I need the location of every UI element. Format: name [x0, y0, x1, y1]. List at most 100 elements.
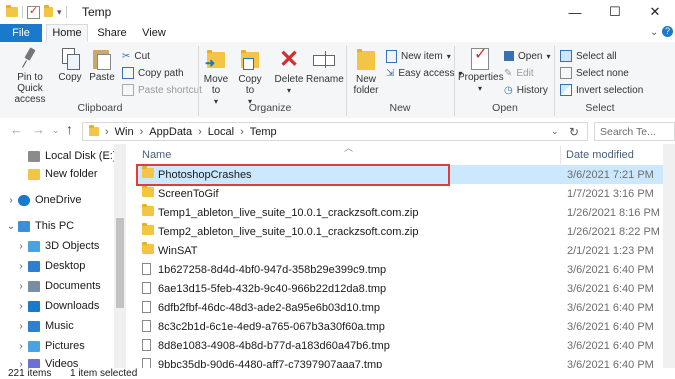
- refresh-icon[interactable]: ↻: [569, 125, 579, 139]
- chevron-icon[interactable]: ⌄: [4, 221, 18, 232]
- nav-scrollbar-thumb[interactable]: [116, 218, 124, 308]
- back-arrow-icon[interactable]: ←: [10, 122, 23, 137]
- file-row[interactable]: 1b627258-8d4d-4bf0-947d-358b29e399c9.tmp…: [136, 260, 663, 279]
- cut-button[interactable]: ✂ Cut: [122, 48, 150, 64]
- breadcrumb-appdata[interactable]: AppData: [149, 126, 192, 138]
- breadcrumb-local[interactable]: Local: [208, 126, 234, 138]
- invert-selection-button[interactable]: Invert selection: [560, 82, 643, 98]
- breadcrumb-temp[interactable]: Temp: [250, 126, 277, 138]
- chevron-icon[interactable]: ›: [14, 341, 28, 352]
- close-button[interactable]: ✕: [635, 0, 675, 24]
- new-item-button[interactable]: New item ▾: [386, 48, 451, 64]
- nav-item[interactable]: › 3D Objects: [0, 236, 99, 256]
- copy-to-button[interactable]: Copy to ▾: [236, 48, 264, 107]
- properties-button[interactable]: ✓ Properties ▾: [458, 47, 504, 94]
- nav-item[interactable]: › Pictures: [0, 336, 84, 356]
- paste-button[interactable]: Paste: [88, 48, 116, 83]
- navigation-row: ← → ⌄ ↑ › Win › AppData › Local › Temp ⌄…: [0, 118, 675, 144]
- paste-shortcut-button[interactable]: Paste shortcut: [122, 82, 202, 98]
- delete-x-icon: ✕: [278, 46, 300, 73]
- chevron-icon[interactable]: ›: [14, 281, 28, 292]
- breadcrumb-win[interactable]: Win: [115, 126, 134, 138]
- nav-item[interactable]: › Documents: [0, 276, 100, 296]
- status-bar: 221 items 1 item selected: [0, 368, 675, 379]
- rename-button[interactable]: Rename: [306, 48, 344, 85]
- new-folder-button[interactable]: New folder: [350, 48, 382, 96]
- minimize-button[interactable]: —: [555, 0, 595, 24]
- select-none-button[interactable]: Select none: [560, 65, 629, 81]
- chevron-icon[interactable]: ›: [14, 321, 28, 332]
- file-row[interactable]: Temp1_ableton_live_suite_10.0.1_crackzso…: [136, 203, 663, 222]
- nav-item[interactable]: ⌄ This PC: [0, 216, 74, 236]
- easy-access-label: Easy access: [398, 67, 455, 79]
- search-input[interactable]: Search Te...: [594, 122, 675, 141]
- delete-label: Delete: [274, 74, 304, 85]
- file-date: 3/6/2021 7:21 PM: [567, 168, 654, 181]
- chevron-down-icon: ▾: [477, 84, 482, 93]
- open-button[interactable]: Open ▾: [504, 48, 550, 64]
- rename-icon: [313, 48, 335, 72]
- folder-icon[interactable]: [6, 5, 18, 17]
- delete-button[interactable]: ✕ Delete ▾: [274, 48, 304, 96]
- open-icon: [504, 51, 514, 61]
- pin-quick-access-button[interactable]: Pin to Quick access: [4, 47, 56, 105]
- nav-item[interactable]: › Music: [0, 316, 73, 336]
- recent-locations-icon[interactable]: ⌄: [52, 125, 60, 136]
- nav-item[interactable]: › OneDrive: [0, 190, 81, 210]
- desktop-icon: [28, 260, 40, 272]
- file-row[interactable]: ScreenToGif 1/7/2021 3:16 PM: [136, 184, 663, 203]
- cloud-icon: [18, 194, 30, 206]
- pin-icon: [21, 47, 39, 70]
- chevron-down-icon[interactable]: ⌄: [551, 126, 559, 137]
- tab-file[interactable]: File: [0, 24, 42, 42]
- file-row[interactable]: 6dfb2fbf-46dc-48d3-ade2-8a95e6b03d10.tmp…: [136, 298, 663, 317]
- forward-arrow-icon[interactable]: →: [32, 122, 45, 137]
- up-arrow-icon[interactable]: ↑: [66, 121, 73, 137]
- copy-to-icon: [239, 48, 261, 72]
- chevron-icon[interactable]: ›: [14, 301, 28, 312]
- customize-toolbar-icon[interactable]: ▾: [57, 7, 62, 18]
- copy-button[interactable]: Copy: [58, 48, 82, 83]
- tab-share[interactable]: Share: [92, 24, 132, 42]
- chevron-down-icon: ▾: [546, 51, 551, 61]
- chevron-icon[interactable]: ›: [14, 261, 28, 272]
- sort-up-icon: ︿: [344, 143, 354, 153]
- easy-access-button[interactable]: ⇲ Easy access ▾: [386, 65, 463, 81]
- folder-icon: [142, 185, 154, 197]
- select-all-label: Select all: [576, 50, 617, 62]
- file-list-scrollbar[interactable]: [663, 144, 675, 370]
- nav-item[interactable]: › Downloads: [0, 296, 99, 316]
- properties-check-icon[interactable]: ✓: [27, 5, 40, 19]
- file-name: ScreenToGif: [158, 187, 219, 200]
- expand-ribbon-icon[interactable]: ⌄: [650, 27, 658, 38]
- chevron-icon[interactable]: ›: [14, 241, 28, 252]
- file-row[interactable]: 8c3c2b1d-6c1e-4ed9-a765-067b3a30f60a.tmp…: [136, 317, 663, 336]
- file-row[interactable]: Temp2_ableton_live_suite_10.0.1_crackzso…: [136, 222, 663, 241]
- copy-path-button[interactable]: Copy path: [122, 65, 184, 81]
- paste-icon: [93, 48, 111, 70]
- group-separator: [554, 46, 555, 116]
- address-bar[interactable]: › Win › AppData › Local › Temp ⌄ ↻: [82, 122, 588, 141]
- file-row[interactable]: 6ae13d15-5feb-432b-9c40-966b22d12da8.tmp…: [136, 279, 663, 298]
- maximize-button[interactable]: ☐: [595, 0, 635, 24]
- new-folder-icon[interactable]: [44, 5, 53, 17]
- chevron-icon[interactable]: ›: [4, 195, 18, 206]
- edit-button[interactable]: ✎ Edit: [504, 65, 534, 81]
- column-header-date[interactable]: Date modified: [566, 149, 634, 161]
- history-button[interactable]: ◷ History: [504, 82, 548, 98]
- folder-icon: [142, 223, 154, 235]
- file-row[interactable]: 8d8e1083-4908-4b8d-b77d-a183d60a47b6.tmp…: [136, 336, 663, 355]
- nav-item[interactable]: Local Disk (E:): [0, 146, 117, 166]
- select-all-button[interactable]: Select all: [560, 48, 617, 64]
- tab-home[interactable]: Home: [46, 24, 88, 42]
- selection-count: 1 item selected: [70, 368, 138, 379]
- move-to-label: Move to: [203, 74, 229, 96]
- nav-item[interactable]: New folder: [0, 164, 98, 184]
- move-to-button[interactable]: ➜ Move to ▾: [202, 48, 230, 107]
- nav-item-label: Local Disk (E:): [45, 150, 117, 162]
- help-icon[interactable]: ?: [662, 26, 673, 37]
- tab-view[interactable]: View: [136, 24, 172, 42]
- file-row[interactable]: WinSAT 2/1/2021 1:23 PM: [136, 241, 663, 260]
- nav-item[interactable]: › Desktop: [0, 256, 85, 276]
- column-header-name[interactable]: Name: [142, 149, 171, 161]
